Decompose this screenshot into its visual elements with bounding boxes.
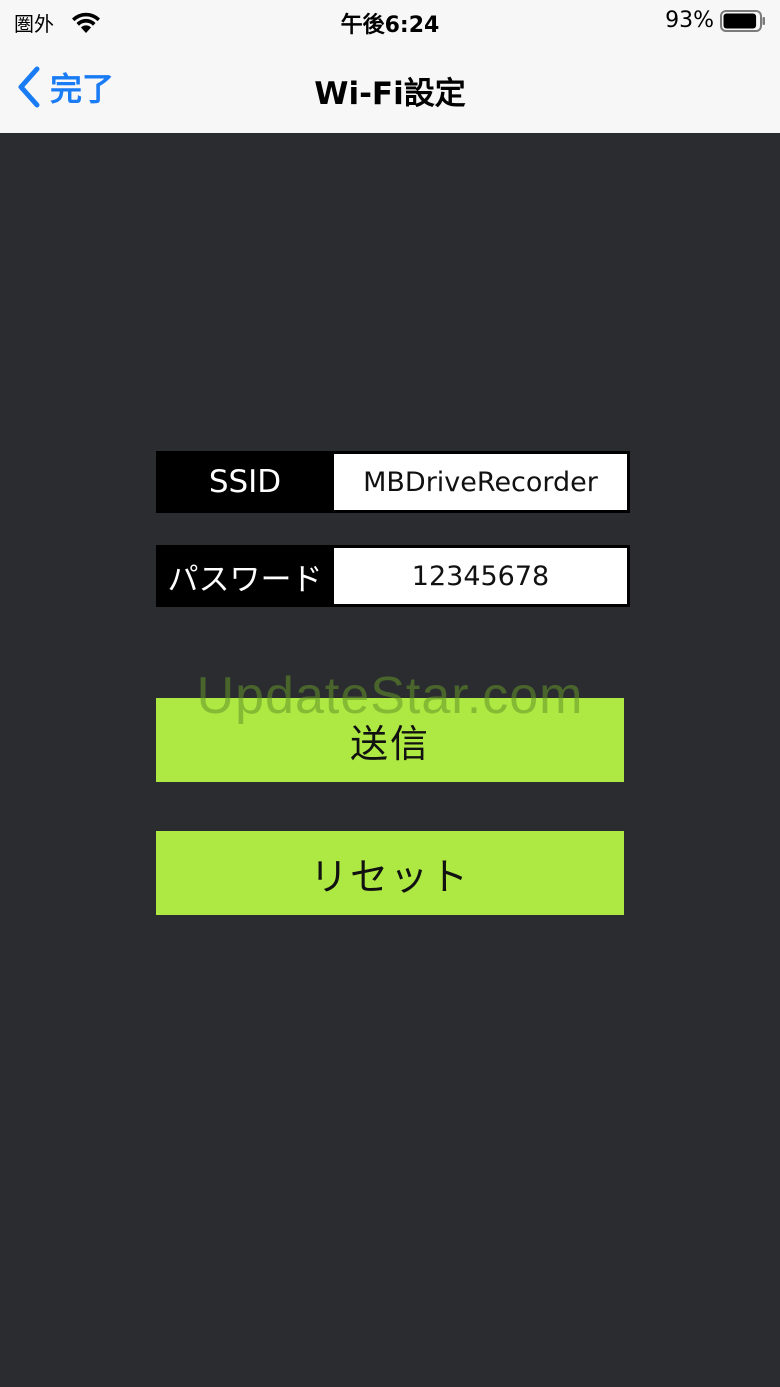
send-button[interactable]: 送信 <box>156 698 624 782</box>
password-label: パスワード <box>167 561 323 598</box>
reset-button[interactable]: リセット <box>156 831 624 915</box>
ssid-label: SSID <box>208 464 282 500</box>
ssid-row: SSID MBDriveRecorder <box>156 451 630 513</box>
page-title: Wi-Fi設定 <box>314 76 466 112</box>
status-bar: 圏外 午後6:24 93% <box>0 0 780 44</box>
clock: 午後6:24 <box>340 13 440 38</box>
navigation-bar: 完了 Wi-Fi設定 <box>0 44 780 133</box>
battery-icon <box>720 10 765 32</box>
password-row: パスワード 12345678 <box>156 545 630 607</box>
top-bar: 圏外 午後6:24 93% 完了 Wi-Fi設定 <box>0 0 780 133</box>
ssid-field[interactable]: MBDriveRecorder <box>334 454 627 510</box>
password-field[interactable]: 12345678 <box>334 548 627 604</box>
battery-percent: 93% <box>665 8 714 33</box>
